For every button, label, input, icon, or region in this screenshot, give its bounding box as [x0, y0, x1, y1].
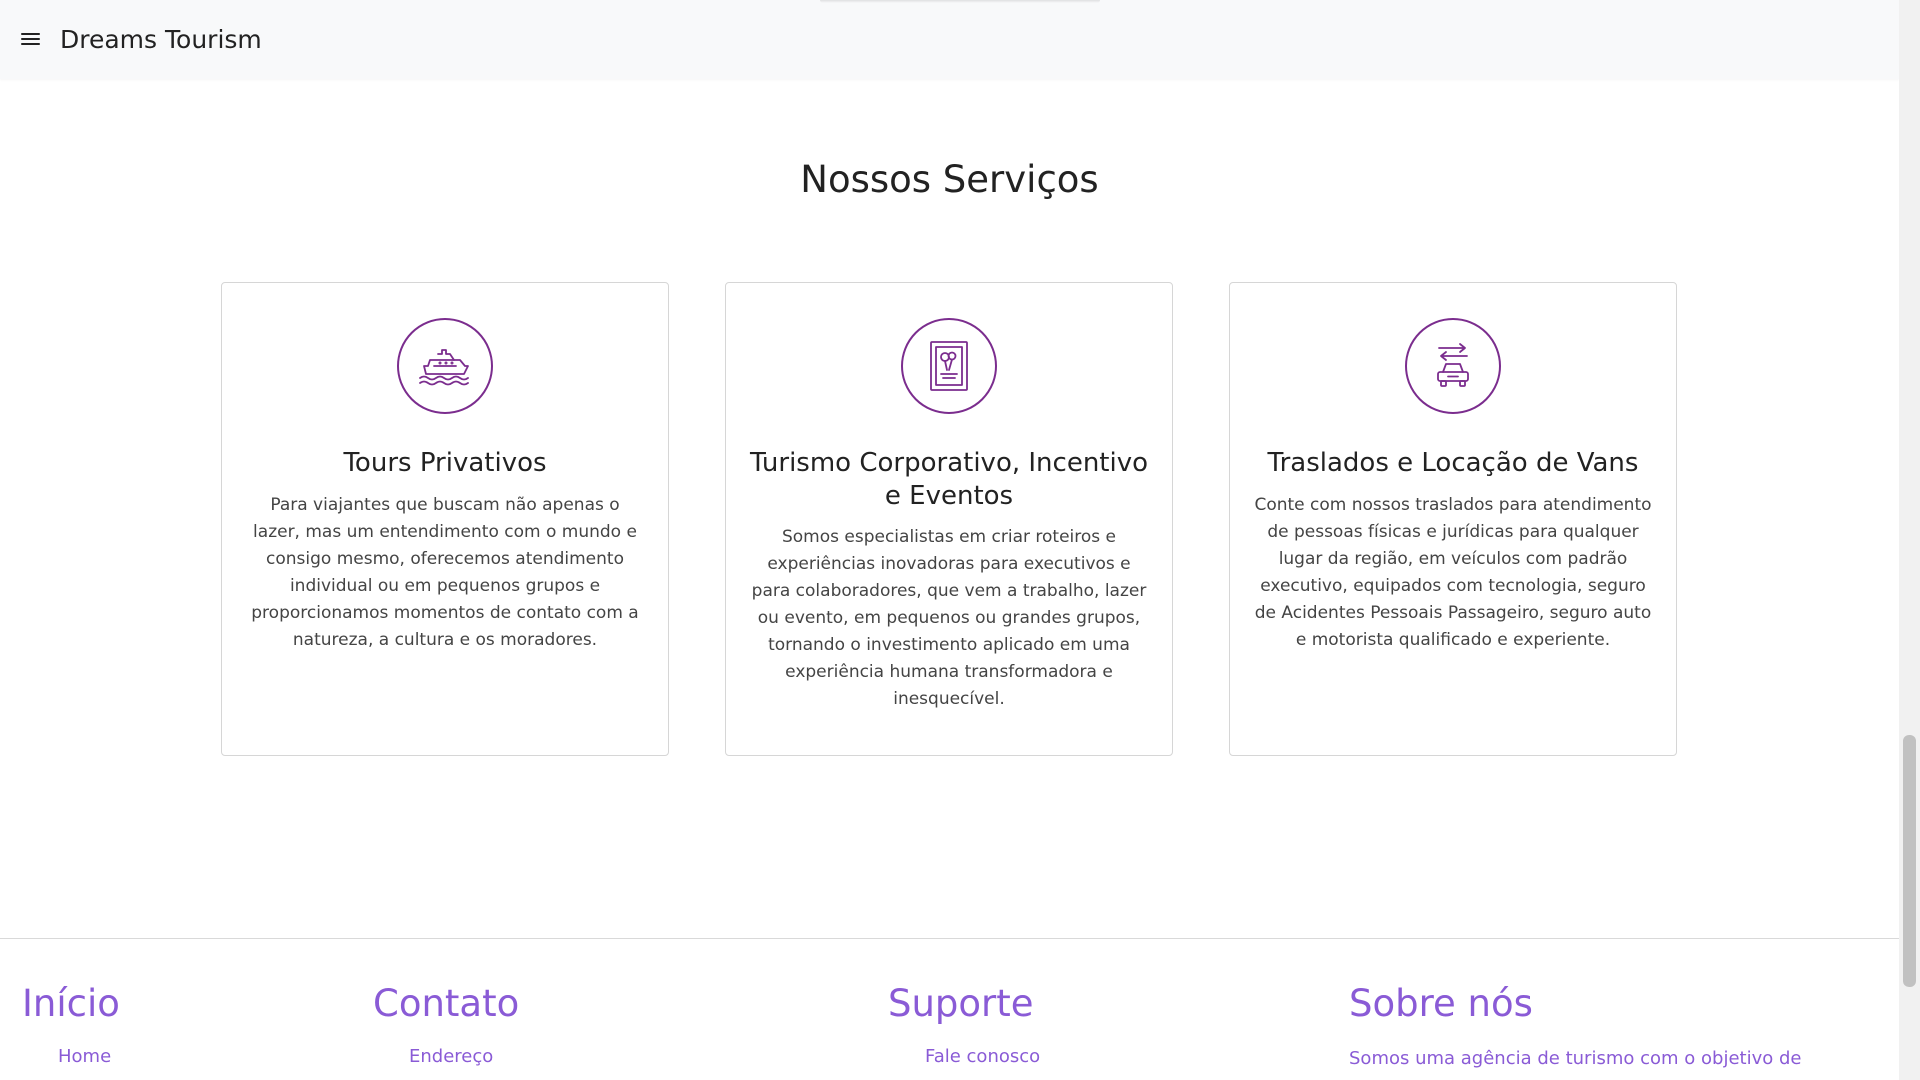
site-footer: Início Home Contato Endereço Suporte Fal… [0, 938, 1899, 1080]
footer-heading-contato: Contato [373, 982, 520, 1025]
footer-about-text: Somos uma agência de turismo com o objet… [1349, 1048, 1802, 1069]
service-card-description: Somos especialistas em criar roteiros e … [751, 527, 1147, 709]
service-card-description: Para viajantes que buscam não apenas o l… [251, 495, 639, 650]
footer-heading-inicio: Início [22, 982, 120, 1025]
service-card-description: Conte com nossos traslados para atendime… [1254, 495, 1652, 650]
service-card-title: Turismo Corporativo, Incentivo e Eventos [749, 448, 1149, 511]
vertical-scrollbar[interactable] [1899, 0, 1920, 1080]
service-card-corporate: Turismo Corporativo, Incentivo e Eventos… [725, 282, 1173, 756]
service-card-tours: Tours Privativos Para viajantes que busc… [221, 282, 669, 756]
footer-heading-sobre-nos: Sobre nós [1349, 982, 1533, 1025]
footer-link-endereco[interactable]: Endereço [409, 1045, 493, 1069]
top-navbar: Dreams Tourism [0, 0, 1899, 79]
dropdown-shadow [820, 0, 1100, 3]
footer-heading-suporte: Suporte [888, 982, 1034, 1025]
event-poster-icon [901, 318, 997, 414]
page: Dreams Tourism Nossos Serviços Tours Pri… [0, 0, 1899, 1080]
footer-link-home[interactable]: Home [58, 1045, 111, 1069]
service-card-title: Traslados e Locação de Vans [1267, 448, 1639, 478]
hamburger-menu-icon[interactable] [21, 31, 40, 47]
scrollbar-thumb[interactable] [1903, 735, 1916, 987]
footer-link-fale-conosco[interactable]: Fale conosco [925, 1045, 1040, 1069]
section-title: Nossos Serviços [800, 158, 1099, 201]
service-card-title: Tours Privativos [343, 448, 547, 478]
brand-logo-link[interactable]: Dreams Tourism [60, 24, 262, 55]
ship-icon [397, 318, 493, 414]
car-transfer-icon [1405, 318, 1501, 414]
service-card-transfers: Traslados e Locação de Vans Conte com no… [1229, 282, 1677, 756]
